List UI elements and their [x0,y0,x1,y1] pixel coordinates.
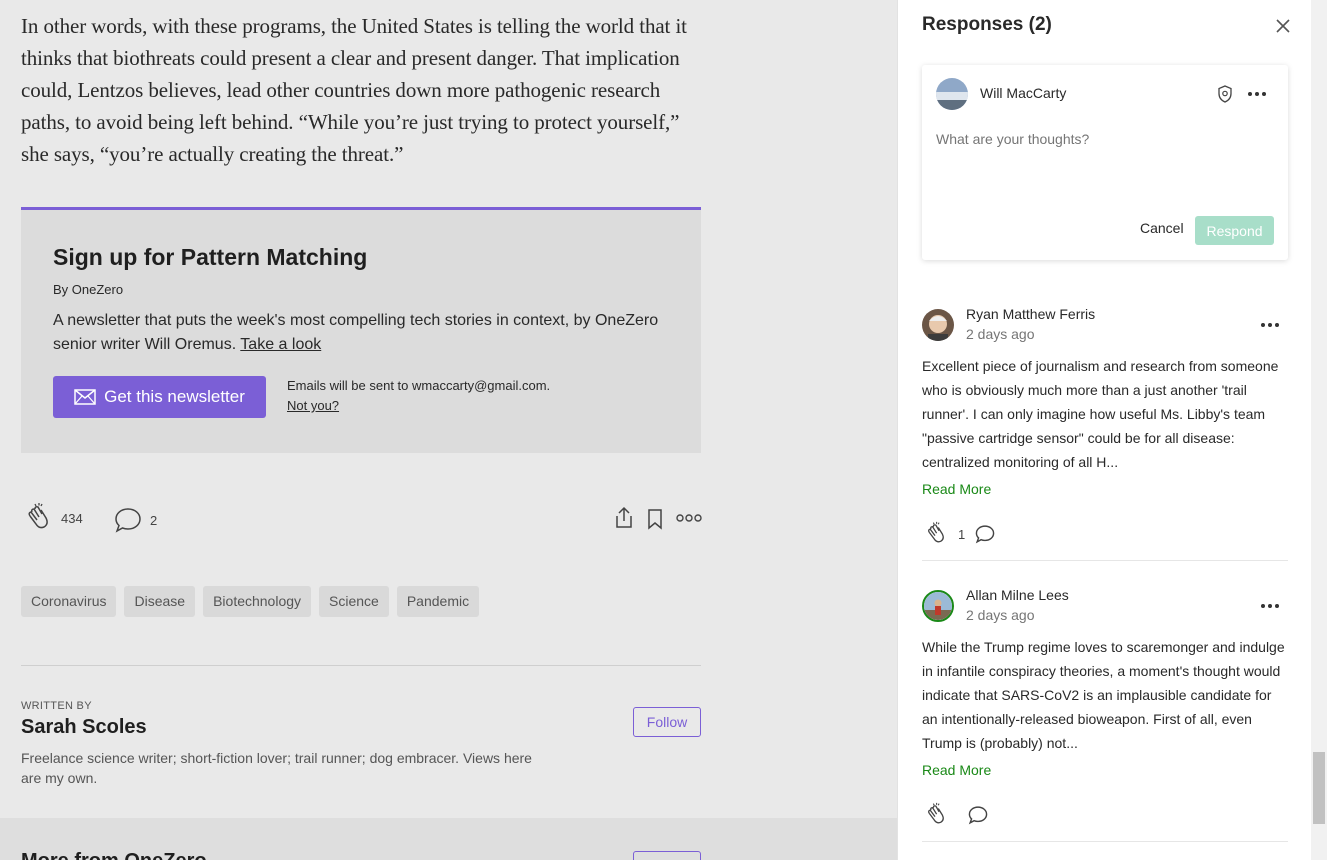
response-divider [922,560,1288,561]
response-time[interactable]: 2 days ago [966,607,1035,623]
response-divider [922,841,1288,842]
written-by-label: WRITTEN BY [21,700,92,712]
not-you-link[interactable]: Not you? [287,396,550,416]
response-input[interactable] [936,131,1272,147]
take-a-look-link[interactable]: Take a look [240,336,321,353]
composer-more-icon[interactable] [1247,85,1267,108]
tag-science[interactable]: Science [319,586,389,617]
get-newsletter-label: Get this newsletter [104,387,245,406]
section-divider [21,665,701,666]
response-more-icon[interactable] [1260,316,1280,339]
reply-bubble-icon[interactable] [968,805,988,825]
tag-coronavirus[interactable]: Coronavirus [21,586,117,617]
responses-title: Responses (2) [922,14,1052,35]
newsletter-byline: By OneZero [53,282,124,297]
newsletter-email-note: Emails will be sent to wmaccarty@gmail.c… [287,376,550,416]
shield-icon[interactable] [1217,85,1233,108]
responses-action: 2 [114,506,157,534]
close-icon[interactable] [1273,16,1293,36]
email-note-text: Emails will be sent to wmaccarty@gmail.c… [287,378,551,393]
page-scrollbar[interactable] [1311,0,1327,860]
article-actions-bar: 434 2 [21,500,702,540]
tag-biotechnology[interactable]: Biotechnology [203,586,312,617]
clap-icon[interactable] [21,502,53,534]
newsletter-signup-box: Sign up for Pattern Matching By OneZero … [21,207,701,453]
clap-icon[interactable] [922,521,948,547]
tag-pandemic[interactable]: Pandemic [396,586,480,617]
clap-action: 434 [21,502,83,534]
response-time[interactable]: 2 days ago [966,326,1035,342]
follow-publication-button[interactable] [633,851,701,860]
author-name[interactable]: Sarah Scoles [21,716,147,739]
responder-name[interactable]: Allan Milne Lees [966,587,1069,603]
avatar [936,78,968,110]
envelope-icon [74,389,96,405]
get-newsletter-button[interactable]: Get this newsletter [53,376,266,418]
responses-panel: Responses (2) Will MacCarty Cancel Respo… [897,0,1311,860]
response-more-icon[interactable] [1260,597,1280,620]
tag-list: Coronavirus Disease Biotechnology Scienc… [21,586,480,617]
newsletter-description: A newsletter that puts the week's most c… [53,309,683,357]
responder-name[interactable]: Ryan Matthew Ferris [966,306,1095,322]
clap-count: 434 [61,510,83,526]
response-body: Excellent piece of journalism and resear… [922,358,1279,470]
reply-bubble-icon[interactable] [975,524,995,544]
share-icon[interactable] [613,506,635,530]
response-count: 2 [150,512,158,528]
avatar[interactable] [922,590,954,622]
newsletter-title: Sign up for Pattern Matching [53,244,368,270]
avatar[interactable] [922,309,954,341]
response-composer: Will MacCarty Cancel Respond [922,65,1288,260]
response-actions [922,802,988,828]
composer-user-name: Will MacCarty [980,85,1067,101]
cancel-button[interactable]: Cancel [1140,220,1184,236]
read-more-link[interactable]: Read More [922,762,991,778]
read-more-link[interactable]: Read More [922,481,991,497]
response-actions: 1 [922,521,995,547]
scrollbar-thumb[interactable] [1313,752,1325,824]
author-bio: Freelance science writer; short-fiction … [21,750,532,786]
article-paragraph: In other words, with these programs, the… [21,14,687,166]
bookmark-icon[interactable] [646,508,664,530]
respond-button[interactable]: Respond [1195,216,1274,245]
follow-author-button[interactable]: Follow [633,707,701,737]
response-clap-count: 1 [958,526,966,542]
tag-disease[interactable]: Disease [124,586,196,617]
clap-icon[interactable] [922,802,948,828]
response-body: While the Trump regime loves to scaremon… [922,639,1285,751]
more-from-title: More from OneZero [21,850,207,860]
speech-bubble-icon[interactable] [114,506,142,534]
newsletter-description-text: A newsletter that puts the week's most c… [53,312,659,353]
more-options-icon[interactable] [676,512,702,524]
